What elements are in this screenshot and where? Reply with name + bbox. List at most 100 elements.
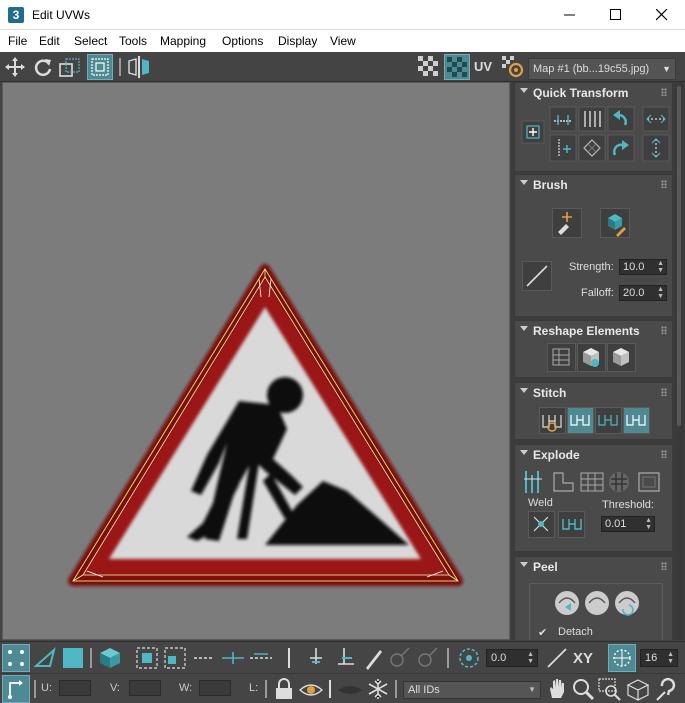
uv-label[interactable]: UV (474, 59, 492, 74)
u-value-field[interactable] (59, 680, 91, 696)
menu-mapping[interactable]: Mapping (160, 34, 206, 48)
grid-snap-icon[interactable] (608, 644, 636, 672)
texture-map-dropdown[interactable]: Map #1 (bb...19c55.jpg) ▼ (528, 58, 676, 80)
w-value-field[interactable] (199, 680, 231, 696)
zoom-extents-icon[interactable] (625, 677, 651, 701)
explode-title[interactable]: Explode (533, 448, 580, 462)
paint-select-icons[interactable] (306, 646, 386, 670)
weld-target-icon[interactable] (558, 511, 585, 538)
absolute-offset-toggle-icon[interactable] (2, 675, 30, 703)
uv-viewport[interactable] (2, 82, 510, 640)
falloff-spinner[interactable]: 20.0 ▲ ▼ (619, 285, 667, 301)
spinner-arrows-icon[interactable]: ▲ ▼ (645, 517, 652, 531)
v-value-field[interactable] (129, 680, 161, 696)
straighten-selection-icon[interactable] (547, 343, 576, 372)
spinner-arrows-icon[interactable]: ▲ ▼ (667, 651, 674, 665)
menu-tools[interactable]: Tools (119, 34, 147, 48)
space-vertical-icon[interactable] (642, 134, 670, 162)
freeze-selection-icon[interactable] (336, 678, 364, 700)
material-id-dropdown[interactable]: All IDs ▼ (403, 681, 541, 699)
xy-toggle[interactable]: XY (573, 650, 593, 667)
spinner-arrows-icon[interactable]: ▲ ▼ (657, 260, 664, 274)
rotation-snap-icon[interactable] (456, 645, 482, 671)
collapse-caret-icon[interactable] (520, 562, 528, 567)
texture-settings-icon[interactable] (501, 55, 525, 79)
collapse-caret-icon[interactable] (520, 450, 528, 455)
rotate-icon[interactable] (32, 56, 54, 78)
edge-mode-icon[interactable] (33, 646, 57, 670)
select-grow-shrink-icons[interactable] (135, 646, 187, 670)
threshold-spinner[interactable]: 0.01 ▲ ▼ (601, 516, 655, 532)
zoom-icon[interactable] (571, 677, 595, 701)
spinner-arrows-icon[interactable]: ▲ ▼ (657, 286, 664, 300)
pan-hand-icon[interactable] (545, 677, 569, 701)
drag-grip-icon[interactable] (661, 388, 667, 396)
menu-display[interactable]: Display (278, 34, 317, 48)
align-vertical-icon[interactable] (578, 106, 606, 132)
polygon-mode-icon[interactable] (61, 646, 85, 670)
move-icon[interactable] (4, 56, 26, 78)
break-by-smoothing-icon[interactable] (553, 472, 574, 492)
collapse-caret-icon[interactable] (520, 326, 528, 331)
checker-pattern-icon[interactable] (417, 55, 441, 79)
maximize-button[interactable] (593, 0, 639, 30)
grid-size-spinner[interactable]: 16 ▲ ▼ (640, 649, 678, 667)
minimize-button[interactable] (547, 0, 593, 30)
align-horizontal-icon[interactable] (549, 106, 577, 132)
scale-icon[interactable] (58, 56, 82, 78)
mirror-icon[interactable] (126, 56, 152, 78)
detach-checkbox[interactable]: ✔ (538, 626, 547, 639)
drag-grip-icon[interactable] (661, 88, 667, 96)
strength-spinner[interactable]: 10.0 ▲ ▼ (619, 259, 667, 275)
stitch-to-source-icon[interactable] (623, 407, 650, 434)
weld-selected-icon[interactable] (528, 511, 555, 538)
relax-icon[interactable] (607, 343, 636, 372)
flatten-by-smoothing-icon[interactable] (638, 472, 660, 492)
collapse-caret-icon[interactable] (520, 180, 528, 185)
show-map-icon[interactable] (444, 54, 470, 80)
peel-mode-icon[interactable] (585, 591, 609, 615)
collapse-caret-icon[interactable] (520, 388, 528, 393)
collapse-caret-icon[interactable] (520, 88, 528, 93)
stitch-average-icon[interactable] (595, 407, 622, 434)
help-icon[interactable] (655, 677, 681, 701)
menu-select[interactable]: Select (74, 34, 107, 48)
peel-title[interactable]: Peel (533, 560, 558, 574)
set-pivot-icon[interactable] (521, 120, 545, 144)
flatten-by-polygon-icon[interactable] (609, 472, 629, 492)
space-horizontal-icon[interactable] (642, 106, 670, 132)
stitch-custom-icon[interactable] (539, 407, 566, 434)
spinner-arrows-icon[interactable]: ▲ ▼ (527, 651, 534, 665)
snowflake-freeze-icon[interactable] (366, 677, 390, 701)
close-button[interactable] (639, 0, 685, 30)
menu-view[interactable]: View (330, 34, 356, 48)
menu-edit[interactable]: Edit (39, 34, 60, 48)
paint-move-brush-icon[interactable] (552, 208, 582, 238)
reset-peel-icon[interactable] (615, 591, 639, 616)
break-by-material-icon[interactable] (580, 472, 604, 492)
vertex-mode-icon[interactable] (2, 644, 30, 672)
element-mode-icon[interactable] (97, 645, 123, 671)
zoom-region-icon[interactable] (597, 677, 623, 701)
panel-scroll-thumb[interactable] (677, 86, 681, 426)
drag-grip-icon[interactable] (661, 450, 667, 458)
loop-ring-select-icons[interactable] (192, 648, 278, 668)
stitch-to-target-icon[interactable] (567, 407, 594, 434)
align-vertical-dotted-icon[interactable] (549, 134, 577, 162)
drag-grip-icon[interactable] (661, 562, 667, 570)
relax-until-flat-icon[interactable] (577, 343, 606, 372)
reshape-elements-title[interactable]: Reshape Elements (533, 324, 640, 338)
relax-brush-icon[interactable] (600, 208, 630, 238)
menu-options[interactable]: Options (222, 34, 263, 48)
stitch-title[interactable]: Stitch (533, 386, 566, 400)
break-by-polygon-icon[interactable] (524, 471, 542, 493)
lock-selection-icon[interactable] (272, 677, 296, 701)
line-tool-icon[interactable] (545, 646, 569, 670)
freeform-mode-icon[interactable] (87, 54, 113, 80)
rotate-minus-90-icon[interactable] (607, 106, 635, 132)
hide-unhide-icon[interactable] (298, 678, 324, 700)
brush-title[interactable]: Brush (533, 178, 568, 192)
rotate-plus-90-icon[interactable] (607, 134, 635, 162)
drag-grip-icon[interactable] (661, 326, 667, 334)
drag-grip-icon[interactable] (661, 180, 667, 188)
